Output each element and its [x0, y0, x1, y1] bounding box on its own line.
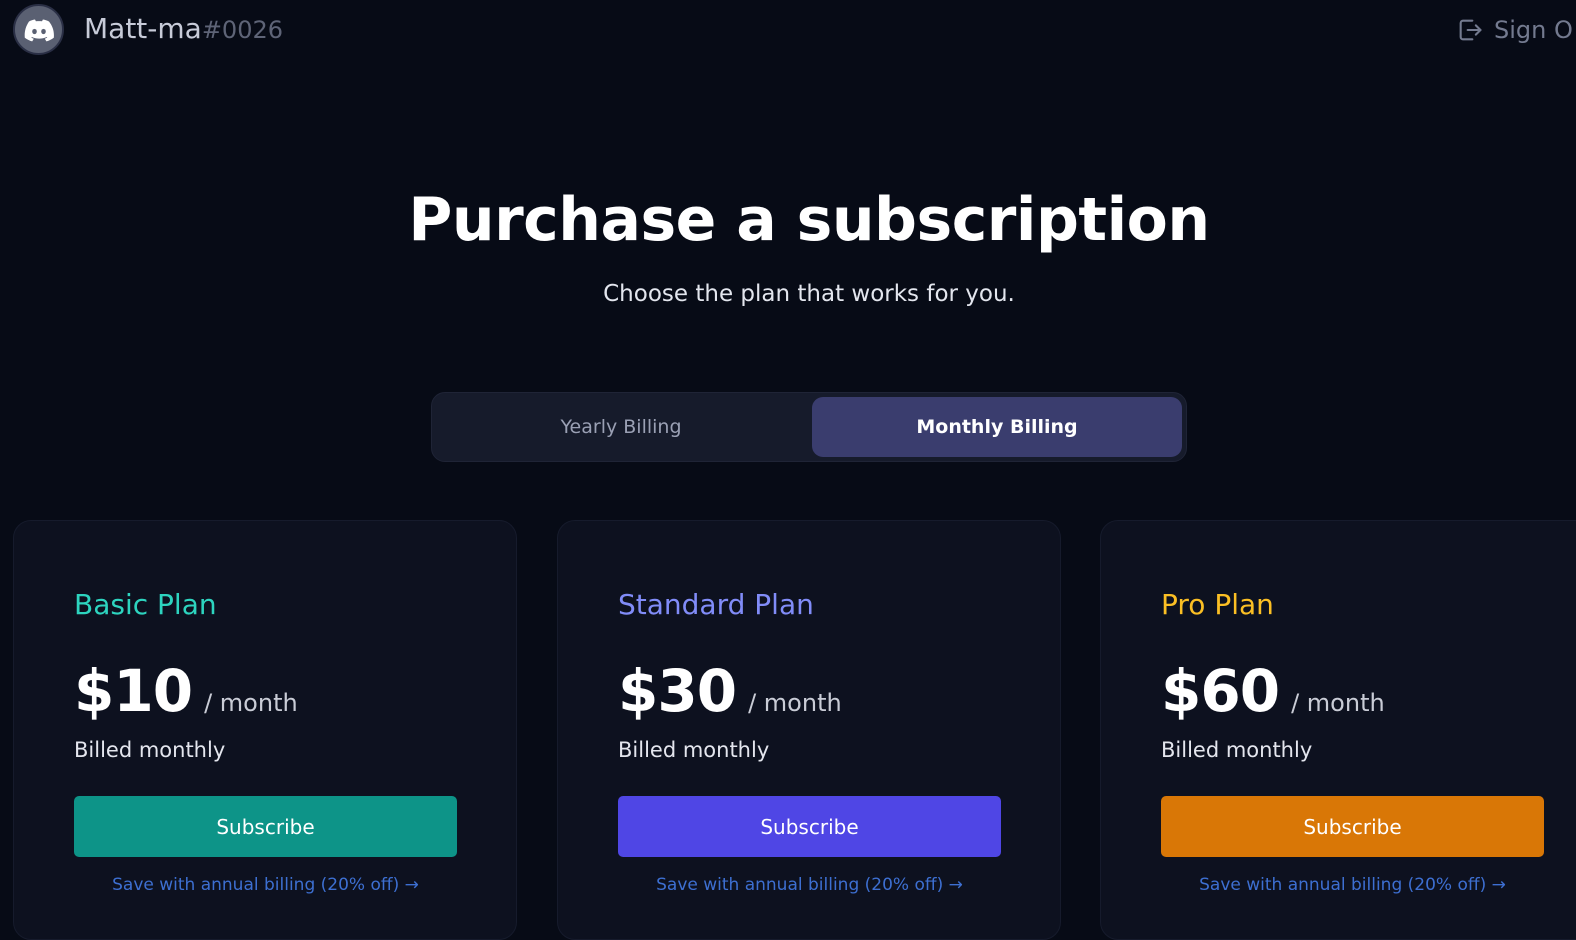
- discord-logo-icon: [24, 19, 54, 41]
- plan-name: Basic Plan: [74, 588, 217, 621]
- price-row: $30 / month: [618, 657, 842, 725]
- plan-name: Standard Plan: [618, 588, 814, 621]
- subscribe-button[interactable]: Subscribe: [74, 796, 457, 857]
- subscribe-button[interactable]: Subscribe: [1161, 796, 1544, 857]
- pro-plan-card: Pro Plan $60 / month Billed monthly Subs…: [1100, 520, 1576, 940]
- top-bar: Matt-ma#0026 Sign O: [0, 0, 1576, 60]
- sign-out-label: Sign O: [1494, 16, 1573, 44]
- sign-out-icon: [1459, 19, 1482, 41]
- billing-toggle: Yearly Billing Monthly Billing: [431, 392, 1187, 462]
- annual-billing-link[interactable]: Save with annual billing (20% off) →: [74, 873, 457, 897]
- page-subtitle: Choose the plan that works for you.: [603, 281, 1015, 307]
- subscribe-button[interactable]: Subscribe: [618, 796, 1001, 857]
- page-title: Purchase a subscription: [408, 185, 1210, 255]
- plan-price: $10: [74, 657, 193, 725]
- user-discriminator: #0026: [201, 16, 283, 44]
- username: Matt-ma: [84, 12, 202, 45]
- annual-billing-link[interactable]: Save with annual billing (20% off) →: [1161, 873, 1544, 897]
- annual-billing-link[interactable]: Save with annual billing (20% off) →: [618, 873, 1001, 897]
- billing-frequency: Billed monthly: [74, 738, 226, 762]
- plan-name: Pro Plan: [1161, 588, 1274, 621]
- sign-out-button[interactable]: Sign O: [1456, 12, 1573, 48]
- username-display: Matt-ma#0026: [84, 11, 283, 48]
- plan-period: / month: [204, 689, 298, 717]
- billing-frequency: Billed monthly: [1161, 738, 1313, 762]
- plan-period: / month: [1291, 689, 1385, 717]
- monthly-billing-tab[interactable]: Monthly Billing: [812, 397, 1182, 457]
- plan-period: / month: [748, 689, 842, 717]
- basic-plan-card: Basic Plan $10 / month Billed monthly Su…: [13, 520, 517, 940]
- price-row: $10 / month: [74, 657, 298, 725]
- price-row: $60 / month: [1161, 657, 1385, 725]
- billing-frequency: Billed monthly: [618, 738, 770, 762]
- plan-price: $60: [1161, 657, 1280, 725]
- plan-price: $30: [618, 657, 737, 725]
- yearly-billing-tab[interactable]: Yearly Billing: [436, 397, 806, 457]
- standard-plan-card: Standard Plan $30 / month Billed monthly…: [557, 520, 1061, 940]
- user-avatar[interactable]: [13, 4, 64, 55]
